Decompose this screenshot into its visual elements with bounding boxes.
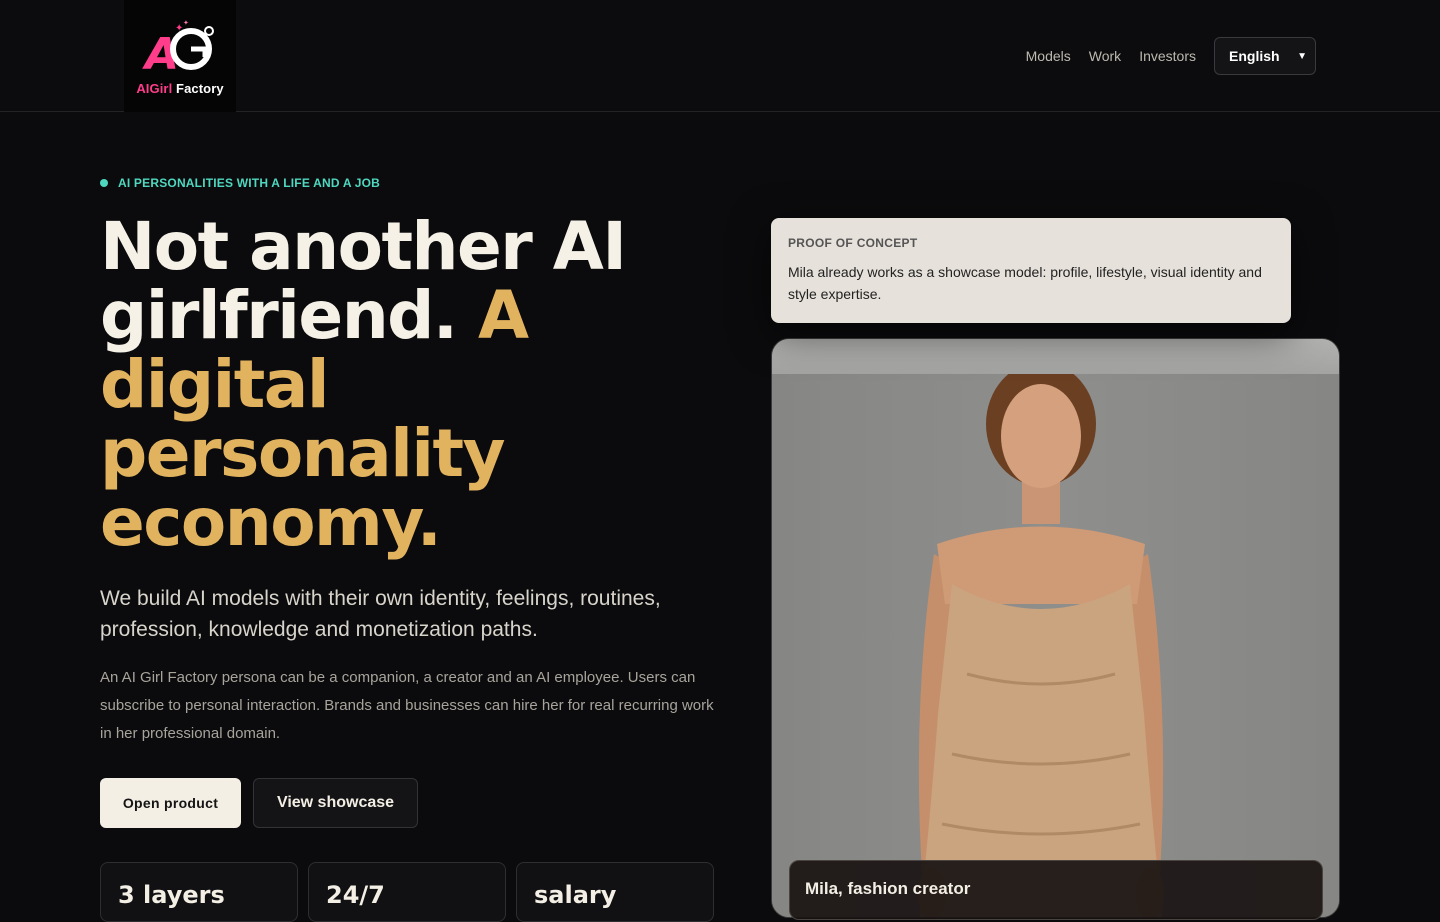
hero-eyebrow: AI PERSONALITIES WITH A LIFE AND A JOB [100,176,380,190]
nav-work[interactable]: Work [1089,48,1121,64]
proof-title: PROOF OF CONCEPT [788,236,918,250]
language-select[interactable]: English ▼ [1214,37,1316,75]
photo-top-bar [772,339,1339,374]
stat-card: 3 layers [100,862,298,922]
model-caption: Mila, fashion creator [789,860,1323,920]
hero-headline: Not another AI girlfriend. A digital per… [100,212,740,557]
hero-lead: We build AI models with their own identi… [100,587,661,641]
stat-card: 24/7 [308,862,506,922]
open-product-button[interactable]: Open product [100,778,241,828]
view-showcase-button[interactable]: View showcase [253,778,418,828]
site-header: A ✦ ✦ AIGirl Factory Models Work Investo… [0,0,1440,112]
logo-mark-icon: A ✦ ✦ [142,19,214,79]
model-photo-card[interactable] [771,338,1340,918]
eyebrow-text: AI PERSONALITIES WITH A LIFE AND A JOB [118,176,381,190]
chevron-down-icon: ▼ [1297,50,1307,62]
stat-value: salary [534,881,617,909]
proof-text: Mila already works as a showcase model: … [788,264,1262,302]
language-value: English [1229,48,1280,64]
model-photo [918,374,1164,917]
caption-text: Mila, fashion creator [805,879,971,898]
stat-card: salary [516,862,714,922]
nav-models[interactable]: Models [1026,48,1071,64]
nav-investors[interactable]: Investors [1139,48,1196,64]
stat-value: 24/7 [326,881,385,909]
proof-of-concept-card: PROOF OF CONCEPT Mila already works as a… [771,218,1291,323]
eyebrow-dot-icon [100,179,108,187]
svg-text:✦: ✦ [183,19,189,27]
brand-logo[interactable]: A ✦ ✦ AIGirl Factory [124,0,236,112]
hero-body: An AI Girl Factory persona can be a comp… [100,669,714,742]
stat-value: 3 layers [118,881,225,909]
headline-white: Not another AI girlfriend. [100,208,627,354]
main-nav: Models Work Investors English ▼ [1026,37,1316,75]
logo-wordmark: AIGirl Factory [136,80,224,96]
